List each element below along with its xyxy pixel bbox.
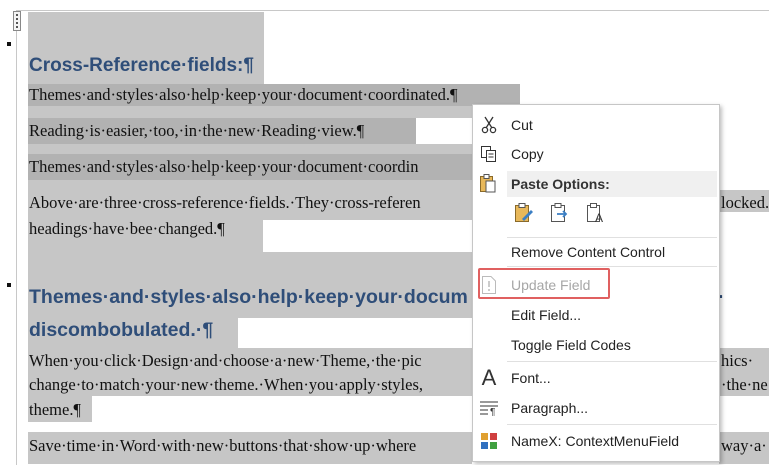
heading-themes: Themes·and·styles·also·help·keep·your·do…: [29, 286, 468, 308]
paragraph-mark-bullet: [7, 42, 11, 46]
namex-icon: [479, 431, 499, 451]
menu-item-edit-field[interactable]: Edit Field...: [473, 301, 719, 329]
heading-cross-reference: Cross-Reference·fields:¶: [29, 55, 254, 76]
menu-label: NameX: ContextMenuField: [511, 433, 680, 449]
text-line: Themes·and·styles·also·help·keep·your·do…: [29, 85, 458, 104]
clipboard-icon: [479, 173, 499, 193]
menu-item-namex[interactable]: NameX: ContextMenuField: [473, 427, 719, 455]
menu-item-copy[interactable]: Copy: [473, 140, 719, 168]
text-line: theme.¶: [29, 400, 81, 419]
paste-keep-formatting-icon[interactable]: [511, 200, 537, 226]
paste-text-only-icon[interactable]: A: [583, 200, 609, 226]
text-line-tail: locked.·: [721, 193, 769, 212]
text-line: Save·time·in·Word·with·new·buttons·that·…: [29, 436, 417, 455]
selection-band: [28, 106, 472, 118]
text-line: change·to·match·your·new·theme.·When·you…: [29, 375, 424, 394]
paste-options-label: Paste Options:: [511, 176, 610, 192]
menu-label: Edit Field...: [511, 307, 582, 323]
menu-separator: [507, 266, 717, 267]
scissors-icon: [479, 115, 499, 135]
menu-item-paragraph[interactable]: ¶ Paragraph...: [473, 394, 719, 422]
menu-item-remove-content-control[interactable]: Remove Content Control: [473, 238, 719, 266]
menu-separator: [507, 361, 717, 362]
text-line: Above·are·three·cross-reference·fields.·…: [29, 193, 421, 212]
menu-label: Paragraph...: [511, 400, 589, 416]
text-line-tail: hics·: [721, 351, 754, 370]
menu-item-font[interactable]: A Font...: [473, 364, 719, 392]
text-line: headings·have·bee·changed.¶: [29, 219, 225, 238]
paragraph-mark-bullet: [7, 283, 11, 287]
menu-item-toggle-field-codes[interactable]: Toggle Field Codes: [473, 331, 719, 359]
text-line: When·you·click·Design·and·choose·a·new·T…: [29, 351, 422, 370]
font-icon: A: [481, 365, 497, 390]
menu-label: Cut: [511, 117, 533, 133]
content-control-handle[interactable]: [13, 11, 21, 31]
menu-label: Copy: [511, 146, 544, 162]
update-field-highlight-box: [478, 268, 610, 299]
svg-text:¶: ¶: [490, 407, 495, 416]
menu-label: Toggle Field Codes: [511, 337, 631, 353]
paragraph-icon: ¶: [479, 398, 499, 418]
heading-discombobulated: discombobulated.·¶: [29, 319, 214, 341]
selection-band: [28, 144, 472, 154]
text-line: Reading·is·easier,·too,·in·the·new·Readi…: [29, 121, 365, 140]
text-line-tail: way·a·: [721, 436, 767, 455]
text-line: Themes·and·styles·also·help·keep·your·do…: [29, 157, 419, 176]
menu-label: Font...: [511, 370, 551, 386]
copy-icon: [479, 144, 499, 164]
paste-merge-formatting-icon[interactable]: [547, 200, 573, 226]
menu-label: Remove Content Control: [511, 244, 666, 260]
menu-separator: [507, 424, 717, 425]
svg-text:A: A: [595, 211, 603, 224]
paste-options-header: Paste Options:: [507, 171, 717, 197]
text-line-tail: ·the·ne: [721, 375, 768, 394]
menu-item-cut[interactable]: Cut: [473, 111, 719, 139]
